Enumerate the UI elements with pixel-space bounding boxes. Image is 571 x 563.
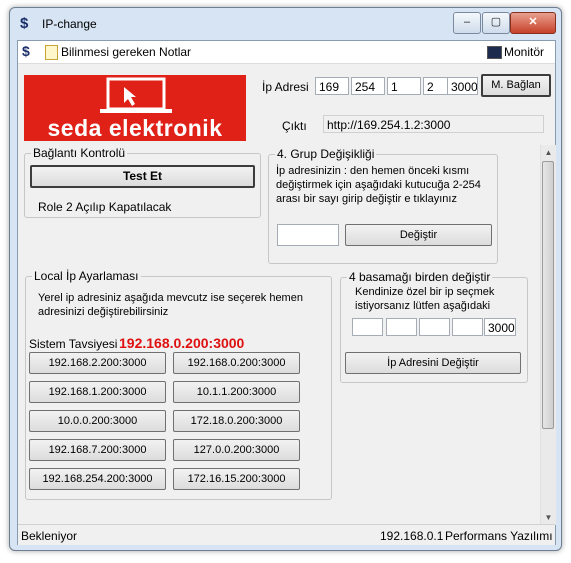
app-s-icon: $ — [22, 43, 30, 59]
menu-notes[interactable]: Bilinmesi gereken Notlar — [61, 45, 191, 59]
recommendation-label: Sistem Tavsiyesi — [29, 337, 118, 351]
address-button[interactable]: 192.168.0.200:3000 — [173, 352, 300, 374]
all-octets-desc-line2: istiyorsanız lütfen aşağıdaki — [355, 300, 491, 312]
app-s-icon: $ — [20, 15, 29, 32]
ip-octet-3-field[interactable]: 1 — [387, 77, 421, 95]
menu-monitor[interactable]: Monitör — [504, 45, 544, 59]
close-button[interactable]: ✕ — [510, 12, 556, 34]
connect-button[interactable]: M. Bağlan — [481, 74, 551, 97]
octet-4-field[interactable] — [452, 318, 483, 336]
status-bar: Bekleniyor 192.168.0.1 Performans Yazılı… — [18, 524, 555, 545]
ip-octet-1-field[interactable]: 169 — [315, 77, 349, 95]
ip-octet-2-field[interactable]: 254 — [351, 77, 385, 95]
title-bar[interactable]: $ IP-change – ▢ ✕ — [10, 8, 561, 40]
status-text: Bekleniyor — [21, 529, 78, 543]
app-window: $ IP-change – ▢ ✕ $ Bilinmesi gereken No… — [9, 7, 562, 551]
local-ip-desc-line2: adresinizi değiştirebilirsiniz — [38, 306, 169, 318]
group4-change-box: 4. Grup Değişikliği İp adresinizin : den… — [268, 147, 498, 264]
address-button[interactable]: 192.168.7.200:3000 — [29, 439, 166, 461]
address-button[interactable]: 192.168.254.200:3000 — [29, 468, 166, 490]
all-octets-port-field[interactable]: 3000 — [484, 318, 516, 336]
vertical-scrollbar[interactable]: ▲ ▼ — [540, 145, 556, 525]
connection-group: Bağlantı Kontrolü Test Et Role 2 Açılıp … — [24, 146, 261, 218]
ip-port-field[interactable]: 3000 — [447, 77, 478, 95]
client-area: $ Bilinmesi gereken Notlar Monitör seda … — [17, 40, 556, 545]
address-button[interactable]: 172.18.0.200:3000 — [173, 410, 300, 432]
scroll-down-icon[interactable]: ▼ — [541, 510, 556, 525]
change-ip-button[interactable]: İp Adresini Değiştir — [345, 352, 521, 374]
octet-2-field[interactable] — [386, 318, 417, 336]
status-ip: 192.168.0.1 — [380, 529, 444, 543]
local-ip-desc-line1: Yerel ip adresiniz aşağıda mevcutz ise s… — [38, 292, 303, 304]
note-icon — [45, 45, 58, 60]
address-button[interactable]: 192.168.2.200:3000 — [29, 352, 166, 374]
address-button[interactable]: 127.0.0.200:3000 — [173, 439, 300, 461]
ip-octet-4-field[interactable]: 2 — [423, 77, 449, 95]
group4-change-button[interactable]: Değiştir — [345, 224, 492, 246]
address-button[interactable]: 10.0.0.200:3000 — [29, 410, 166, 432]
local-ip-title: Local İp Ayarlaması — [32, 269, 141, 283]
address-button[interactable]: 172.16.15.200:3000 — [173, 468, 300, 490]
scroll-thumb[interactable] — [542, 161, 554, 429]
recommendation-value: 192.168.0.200:3000 — [119, 335, 245, 351]
octet-1-field[interactable] — [352, 318, 383, 336]
all-octets-title: 4 basamağı birden değiştir — [347, 270, 493, 284]
output-label: Çıktı — [282, 119, 307, 133]
connection-group-title: Bağlantı Kontrolü — [31, 146, 128, 160]
output-field[interactable]: http://169.254.1.2:3000 — [323, 115, 544, 133]
group4-input[interactable] — [277, 224, 339, 246]
monitor-icon — [487, 46, 502, 59]
group4-desc-line1: İp adresinizin : den hemen önceki kısmı — [276, 165, 470, 177]
brand-logo: seda elektronik — [24, 75, 246, 141]
group4-desc-line2: değiştirmek için aşağıdaki kutucuğa 2-25… — [276, 179, 481, 191]
group4-title: 4. Grup Değişikliği — [275, 147, 377, 161]
address-button[interactable]: 192.168.1.200:3000 — [29, 381, 166, 403]
menu-bar: $ Bilinmesi gereken Notlar Monitör — [18, 41, 555, 64]
window-title: IP-change — [42, 17, 97, 31]
ip-label: İp Adresi — [262, 80, 309, 94]
octet-3-field[interactable] — [419, 318, 450, 336]
all-octets-desc-line1: Kendinize özel bir ip seçmek — [355, 286, 495, 298]
address-button[interactable]: 10.1.1.200:3000 — [173, 381, 300, 403]
minimize-button[interactable]: – — [453, 12, 481, 34]
brand-name: seda elektronik — [47, 115, 223, 141]
local-ip-group: Local İp Ayarlaması Yerel ip adresiniz a… — [25, 269, 332, 500]
test-button[interactable]: Test Et — [30, 165, 255, 188]
status-company: Performans Yazılımı — [445, 529, 553, 543]
group4-desc-line3: arası bir sayı girip değiştir e tıklayın… — [276, 193, 457, 205]
relay-info-text: Role 2 Açılıp Kapatılacak — [38, 200, 172, 214]
scroll-up-icon[interactable]: ▲ — [541, 145, 556, 160]
maximize-button[interactable]: ▢ — [482, 12, 510, 34]
all-octets-group: 4 basamağı birden değiştir Kendinize öze… — [340, 270, 528, 383]
